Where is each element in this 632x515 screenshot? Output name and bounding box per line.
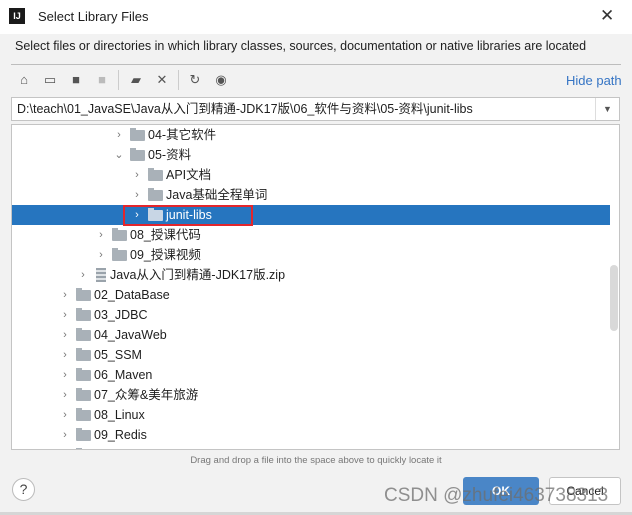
toolbar-separator bbox=[178, 70, 179, 90]
tree-item[interactable]: › 08_授课代码 bbox=[12, 225, 610, 245]
tree-item[interactable]: › API文档 bbox=[12, 165, 610, 185]
home-icon[interactable]: ⌂ bbox=[15, 71, 33, 89]
close-icon[interactable]: ✕ bbox=[600, 6, 614, 26]
tree-item[interactable]: ⌄ 05-资料 bbox=[12, 145, 610, 165]
folder-icon bbox=[76, 388, 91, 401]
tree-item[interactable]: › 09_Redis bbox=[12, 425, 610, 445]
tree-item[interactable]: › Java从入门到精通-JDK17版.zip bbox=[12, 265, 610, 285]
zip-file-icon bbox=[96, 268, 106, 282]
path-value[interactable]: D:\teach\01_JavaSE\Java从入门到精通-JDK17版\06_… bbox=[17, 102, 473, 116]
dialog-description: Select files or directories in which lib… bbox=[15, 39, 587, 53]
scrollbar[interactable] bbox=[610, 265, 618, 331]
tree-item-label: 05_SSM bbox=[94, 348, 142, 362]
title-bar: IJ Select Library Files ✕ bbox=[0, 0, 632, 34]
chevron-right-icon[interactable]: › bbox=[59, 285, 71, 305]
tree-item[interactable]: › 04-其它软件 bbox=[12, 125, 610, 145]
tree-item[interactable]: › 04_JavaWeb bbox=[12, 325, 610, 345]
tree-item[interactable]: › 05_SSM bbox=[12, 345, 610, 365]
file-tree[interactable]: › 04-其它软件 ⌄ 05-资料 › API文档 › Java基础全程单词 › junit-li… bbox=[11, 124, 620, 450]
chevron-right-icon[interactable]: › bbox=[59, 305, 71, 325]
folder-icon bbox=[76, 348, 91, 361]
project-folder-icon[interactable]: ■ bbox=[67, 71, 85, 89]
tree-item-label: 08_授课代码 bbox=[130, 228, 201, 242]
chevron-right-icon[interactable]: › bbox=[59, 445, 71, 449]
tree-item-label: 07_众筹&美年旅游 bbox=[94, 388, 199, 402]
chevron-down-icon[interactable]: ▼ bbox=[595, 98, 619, 120]
tree-item[interactable]: › 03_JDBC bbox=[12, 305, 610, 325]
tree-item-label: 09_Redis bbox=[94, 428, 147, 442]
tree-item[interactable]: › Java基础全程单词 bbox=[12, 185, 610, 205]
divider bbox=[11, 64, 621, 65]
folder-icon bbox=[130, 128, 145, 141]
delete-icon[interactable]: ✕ bbox=[153, 71, 171, 89]
tree-item-label: 03_JDBC bbox=[94, 308, 148, 322]
chevron-right-icon[interactable]: › bbox=[95, 225, 107, 245]
chevron-down-icon[interactable]: ⌄ bbox=[113, 145, 125, 165]
chevron-right-icon[interactable]: › bbox=[59, 425, 71, 445]
chevron-right-icon[interactable]: › bbox=[77, 265, 89, 285]
tree-item[interactable]: › 09_授课视频 bbox=[12, 245, 610, 265]
module-folder-icon[interactable]: ■ bbox=[93, 71, 111, 89]
watermark: CSDN @zhufei463738313 bbox=[384, 485, 609, 506]
chevron-right-icon[interactable]: › bbox=[131, 165, 143, 185]
folder-icon bbox=[148, 168, 163, 181]
tree-item-label: 04-其它软件 bbox=[148, 128, 217, 142]
chevron-right-icon[interactable]: › bbox=[59, 345, 71, 365]
chevron-right-icon[interactable]: › bbox=[59, 325, 71, 345]
tree-item[interactable]: › 07_众筹&美年旅游 bbox=[12, 385, 610, 405]
tree-item[interactable]: › 08_Linux bbox=[12, 405, 610, 425]
highlight-box bbox=[123, 205, 253, 226]
tree-item-label: 08_Linux bbox=[94, 408, 145, 422]
tree-item-label: 10_Git&GitHub&SVN bbox=[94, 445, 212, 449]
chevron-right-icon[interactable]: › bbox=[131, 185, 143, 205]
tree-item-label: 04_JavaWeb bbox=[94, 328, 167, 342]
folder-icon bbox=[112, 248, 127, 261]
drag-drop-hint: Drag and drop a file into the space abov… bbox=[190, 455, 442, 466]
folder-icon bbox=[130, 148, 145, 161]
chevron-right-icon[interactable]: › bbox=[95, 245, 107, 265]
chevron-right-icon[interactable]: › bbox=[59, 405, 71, 425]
folder-icon bbox=[76, 328, 91, 341]
tree-item[interactable]: › 02_DataBase bbox=[12, 285, 610, 305]
tree-item-label: 06_Maven bbox=[94, 368, 153, 382]
tree-item-label: Java从入门到精通-JDK17版.zip bbox=[110, 268, 286, 282]
dialog-title: Select Library Files bbox=[38, 9, 149, 24]
chevron-right-icon[interactable]: › bbox=[59, 385, 71, 405]
tree-item-label: Java基础全程单词 bbox=[166, 188, 268, 202]
folder-icon bbox=[76, 408, 91, 421]
chevron-right-icon[interactable]: › bbox=[59, 365, 71, 385]
tree-item[interactable]: › junit-libs bbox=[12, 205, 610, 225]
intellij-app-icon: IJ bbox=[9, 8, 25, 24]
new-folder-icon[interactable]: ▰ bbox=[127, 71, 145, 89]
folder-icon bbox=[76, 288, 91, 301]
folder-icon bbox=[76, 428, 91, 441]
tree-item-label: 05-资料 bbox=[148, 148, 192, 162]
tree-item[interactable]: › 10_Git&GitHub&SVN bbox=[12, 445, 610, 449]
tree-item[interactable]: › 06_Maven bbox=[12, 365, 610, 385]
desktop-icon[interactable]: ▭ bbox=[41, 71, 59, 89]
folder-icon bbox=[76, 368, 91, 381]
tree-item-label: API文档 bbox=[166, 168, 212, 182]
folder-icon bbox=[112, 228, 127, 241]
path-combobox[interactable]: D:\teach\01_JavaSE\Java从入门到精通-JDK17版\06_… bbox=[11, 97, 620, 121]
folder-icon bbox=[148, 188, 163, 201]
toolbar-separator bbox=[118, 70, 119, 90]
folder-icon bbox=[76, 308, 91, 321]
help-button[interactable]: ? bbox=[12, 478, 35, 501]
chevron-right-icon[interactable]: › bbox=[113, 125, 125, 145]
show-hidden-icon[interactable]: ◉ bbox=[212, 71, 230, 89]
refresh-icon[interactable]: ↻ bbox=[186, 71, 204, 89]
hide-path-link[interactable]: Hide path bbox=[566, 73, 622, 88]
tree-item-label: 09_授课视频 bbox=[130, 248, 201, 262]
tree-item-label: 02_DataBase bbox=[94, 288, 170, 302]
